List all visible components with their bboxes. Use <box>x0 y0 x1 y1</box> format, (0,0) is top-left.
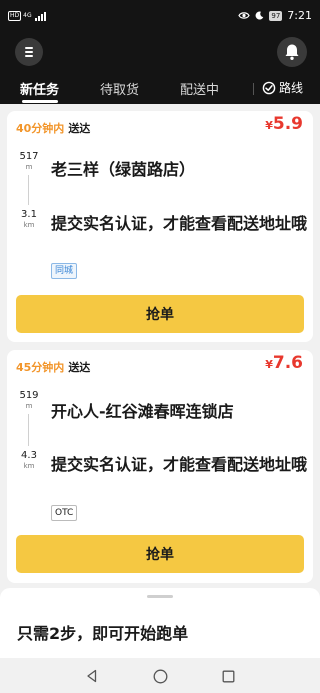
shop-name: 开心人-红谷滩春晖连锁店 <box>51 402 234 421</box>
pickup-distance-unit: m <box>25 163 33 171</box>
network-type: 4G <box>23 12 32 19</box>
currency-symbol: ¥ <box>265 119 273 132</box>
delivery-distance: 4.3 km <box>16 450 42 471</box>
shop-name: 老三样（绿茵路店） <box>51 160 196 179</box>
route-icon <box>262 81 276 94</box>
address-notice: 提交实名认证，才能查看配送地址哦 <box>51 214 308 233</box>
order-price: ¥7.6 <box>265 353 303 373</box>
delivery-distance-unit: km <box>23 221 35 229</box>
tab-to-pickup[interactable]: 待取货 <box>100 79 139 98</box>
battery-level: 97 <box>269 10 283 21</box>
clock: 7:21 <box>287 9 312 22</box>
status-bar: HD 4G 97 7:21 <box>0 0 320 34</box>
notification-button[interactable] <box>277 37 307 67</box>
active-tab-indicator <box>22 100 58 103</box>
delivery-distance-value: 3.1 <box>21 209 37 220</box>
sheet-drag-handle[interactable] <box>147 595 173 598</box>
currency-symbol: ¥ <box>265 358 273 371</box>
route-button[interactable]: 路线 <box>262 79 303 96</box>
status-right: 97 7:21 <box>238 9 312 22</box>
back-icon <box>87 669 97 683</box>
bell-icon <box>285 44 299 60</box>
order-tag: OTC <box>51 505 78 521</box>
status-left: HD 4G <box>8 11 46 21</box>
order-price: ¥5.9 <box>265 114 303 134</box>
delivery-eta: 40分钟内 送达 <box>16 120 90 136</box>
order-card: 45分钟内 送达 ¥7.6 519 m 4.3 km 开心人-红谷滩春晖连锁店 提… <box>7 350 313 583</box>
system-nav-bar <box>0 658 320 693</box>
address-notice: 提交实名认证，才能查看配送地址哦 <box>51 455 308 474</box>
app-header: 新任务 待取货 配送中 路线 <box>0 34 320 104</box>
pickup-distance-value: 517 <box>19 151 39 162</box>
order-tabs: 新任务 待取货 配送中 路线 <box>0 74 320 104</box>
signal-icon <box>34 11 46 21</box>
eye-icon <box>238 12 251 19</box>
eta-label: 送达 <box>68 122 91 135</box>
eta-time: 45分钟内 <box>16 361 65 374</box>
delivery-distance: 3.1 km <box>16 209 42 230</box>
sheet-title: 只需2步，即可开始跑单 <box>17 624 189 643</box>
pickup-distance-value: 519 <box>19 390 39 401</box>
price-amount: 5.9 <box>272 114 303 134</box>
route-connector <box>28 414 29 446</box>
menu-button[interactable] <box>15 38 43 66</box>
delivery-distance-value: 4.3 <box>21 450 37 461</box>
order-card: 40分钟内 送达 ¥5.9 517 m 3.1 km 老三样（绿茵路店） 提交实名… <box>7 111 313 342</box>
home-icon <box>153 669 167 683</box>
home-button[interactable] <box>152 668 168 684</box>
pickup-distance-unit: m <box>25 402 33 410</box>
grab-order-button[interactable]: 抢单 <box>16 535 304 573</box>
route-label: 路线 <box>279 81 304 95</box>
tab-delivering[interactable]: 配送中 <box>180 79 219 98</box>
grab-order-button[interactable]: 抢单 <box>16 295 304 333</box>
recents-button[interactable] <box>220 668 236 684</box>
price-amount: 7.6 <box>272 353 303 373</box>
route-connector <box>28 175 29 205</box>
eta-label: 送达 <box>68 361 91 374</box>
delivery-distance-unit: km <box>23 462 35 470</box>
hd-badge: HD <box>8 11 22 21</box>
back-button[interactable] <box>84 668 100 684</box>
eta-time: 40分钟内 <box>16 122 65 135</box>
pickup-distance: 519 m <box>16 390 42 411</box>
order-tag: 同城 <box>51 263 78 279</box>
moon-icon <box>255 11 264 20</box>
tab-divider <box>253 83 254 95</box>
recents-icon <box>222 670 234 682</box>
onboarding-sheet[interactable]: 只需2步，即可开始跑单 <box>0 588 320 658</box>
delivery-eta: 45分钟内 送达 <box>16 359 90 375</box>
pickup-distance: 517 m <box>16 151 42 172</box>
tab-new-tasks[interactable]: 新任务 <box>20 79 59 98</box>
